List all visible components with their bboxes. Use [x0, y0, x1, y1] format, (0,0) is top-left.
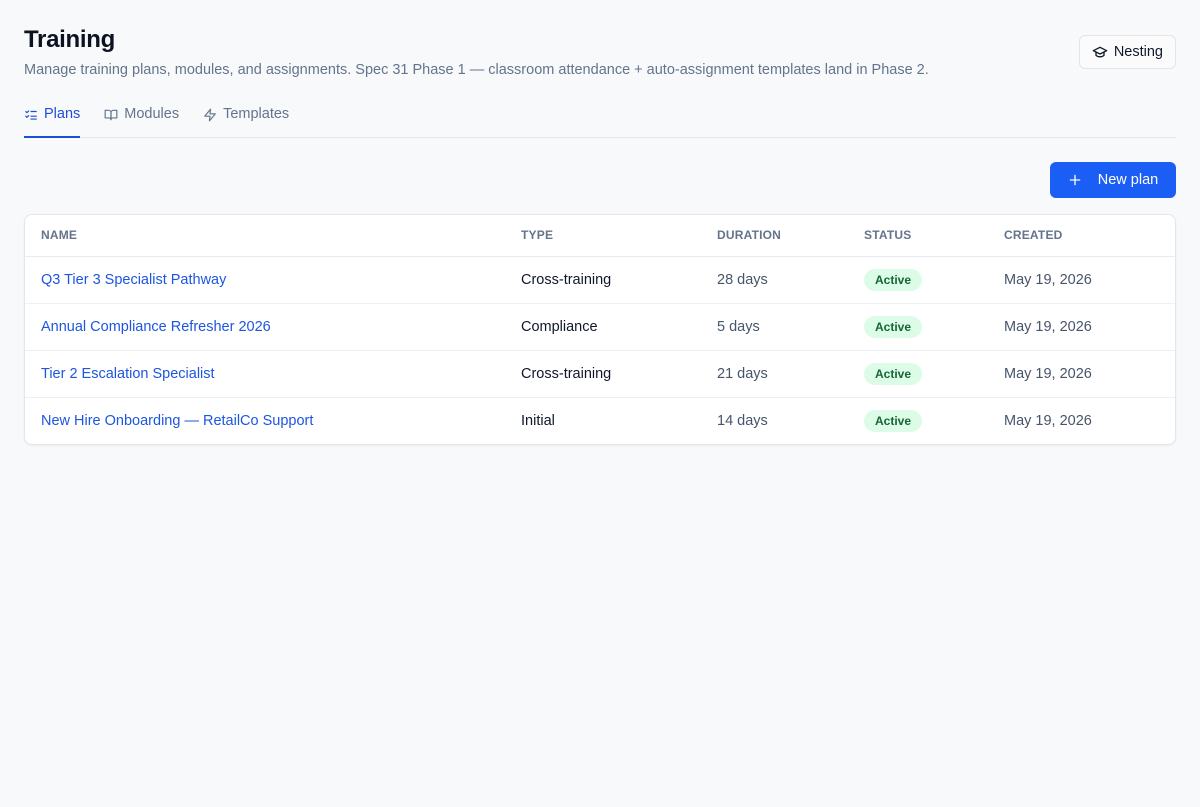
book-open-icon — [104, 109, 118, 121]
tab-templates-label: Templates — [223, 106, 290, 122]
status-badge: Active — [864, 409, 923, 432]
name-cell: Q3 Tier 3 Specialist Pathway — [25, 256, 505, 304]
plus-icon — [1069, 174, 1081, 186]
name-cell: Annual Compliance Refresher 2026 — [25, 303, 505, 351]
type-cell: Cross-training — [505, 256, 701, 304]
page-title: Training — [24, 26, 115, 53]
name-cell: Tier 2 Escalation Specialist — [25, 350, 505, 398]
status-badge: Active — [864, 315, 923, 338]
table-row[interactable]: Q3 Tier 3 Specialist Pathway Cross-train… — [25, 256, 1175, 304]
column-header-name[interactable]: NAME — [25, 215, 505, 257]
status-badge: Active — [864, 268, 923, 291]
created-cell: May 19, 2026 — [988, 303, 1175, 351]
plan-name-link[interactable]: Annual Compliance Refresher 2026 — [41, 319, 271, 335]
plans-table-card: NAME TYPE DURATION STATUS CREATED Q3 Tie… — [24, 214, 1176, 445]
table-row[interactable]: Tier 2 Escalation Specialist Cross-train… — [25, 350, 1175, 398]
column-header-duration[interactable]: DURATION — [701, 215, 848, 257]
duration-cell: 21 days — [701, 350, 848, 398]
status-badge: Active — [864, 362, 923, 385]
status-cell: Active — [848, 397, 988, 444]
type-cell: Cross-training — [505, 350, 701, 398]
table-header-row: NAME TYPE DURATION STATUS CREATED — [25, 215, 1175, 257]
plan-name-link[interactable]: Tier 2 Escalation Specialist — [41, 366, 215, 382]
plans-table: NAME TYPE DURATION STATUS CREATED Q3 Tie… — [25, 215, 1175, 444]
tab-modules-label: Modules — [124, 106, 180, 122]
new-plan-label: New plan — [1097, 172, 1159, 188]
duration-cell: 5 days — [701, 303, 848, 351]
training-page: Training Manage training plans, modules,… — [24, 24, 1176, 445]
plan-name-link[interactable]: New Hire Onboarding — RetailCo Support — [41, 413, 313, 429]
nesting-button[interactable]: Nesting — [1078, 35, 1176, 69]
duration-cell: 28 days — [701, 256, 848, 304]
nesting-label: Nesting — [1113, 44, 1163, 60]
name-cell: New Hire Onboarding — RetailCo Support — [25, 397, 505, 444]
status-cell: Active — [848, 303, 988, 351]
zap-icon — [204, 108, 216, 122]
page-subtitle: Manage training plans, modules, and assi… — [24, 62, 929, 78]
graduation-cap-icon — [1092, 46, 1108, 58]
created-cell: May 19, 2026 — [988, 350, 1175, 398]
new-plan-button[interactable]: New plan — [1050, 162, 1176, 198]
toolbar: New plan — [24, 162, 1176, 198]
column-header-type[interactable]: TYPE — [505, 215, 701, 257]
duration-cell: 14 days — [717, 412, 768, 429]
tab-bar: Plans Modules Templates — [24, 104, 1176, 138]
tab-plans[interactable]: Plans — [24, 104, 81, 138]
created-cell: May 19, 2026 — [1004, 412, 1092, 429]
created-cell: May 19, 2026 — [988, 256, 1175, 304]
table-row[interactable]: New Hire Onboarding — RetailCo Support I… — [25, 397, 1175, 444]
plan-name-link[interactable]: Q3 Tier 3 Specialist Pathway — [41, 272, 226, 288]
type-cell: Initial — [521, 412, 555, 429]
column-header-status[interactable]: STATUS — [848, 215, 988, 257]
status-cell: Active — [848, 256, 988, 304]
list-checks-icon — [25, 110, 37, 120]
type-cell: Compliance — [505, 303, 701, 351]
tab-plans-label: Plans — [44, 106, 81, 122]
page-header: Training Manage training plans, modules,… — [24, 24, 1176, 86]
column-header-created[interactable]: CREATED — [988, 215, 1175, 257]
tab-modules[interactable]: Modules — [104, 104, 179, 138]
table-row[interactable]: Annual Compliance Refresher 2026 Complia… — [25, 303, 1175, 351]
status-cell: Active — [848, 350, 988, 398]
tab-templates[interactable]: Templates — [203, 104, 289, 138]
